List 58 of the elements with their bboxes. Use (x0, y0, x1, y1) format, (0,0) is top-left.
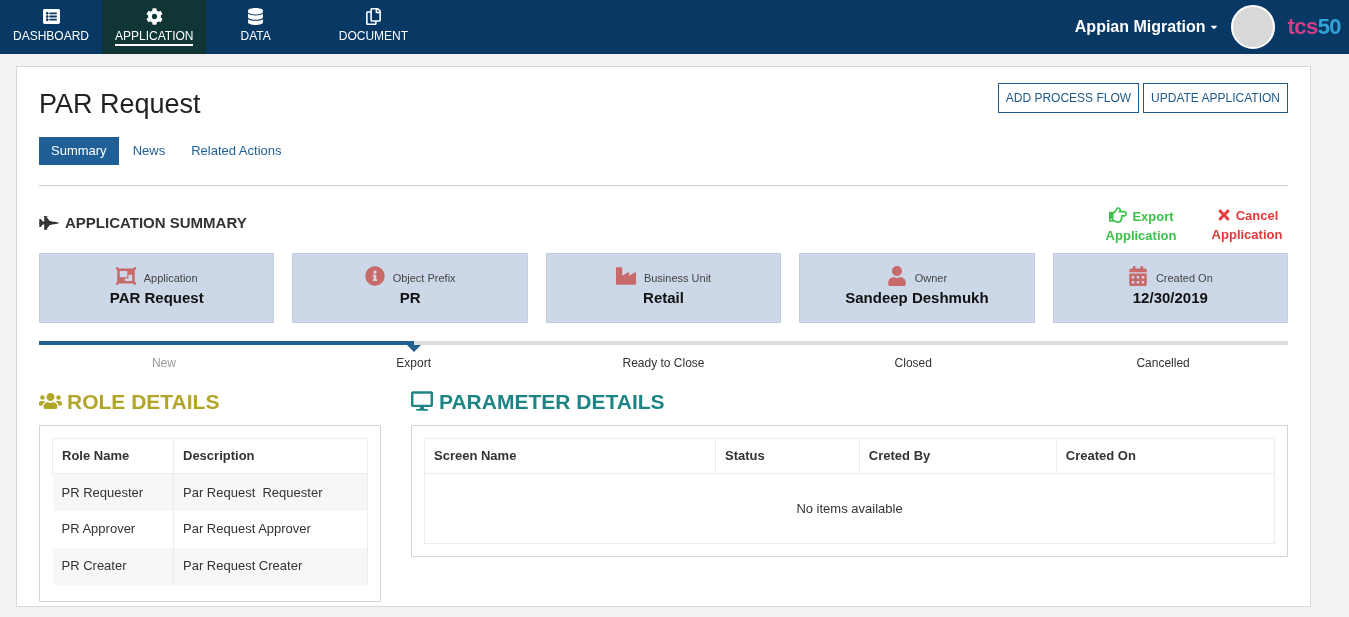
section-heading: PARAMETER DETAILS (439, 388, 665, 415)
page-tab[interactable]: Summary (39, 136, 119, 165)
column-header: Description (173, 438, 368, 474)
factory-icon (615, 266, 636, 287)
table-cell: PR Approver (52, 510, 174, 548)
card-value: 12/30/2019 (1132, 287, 1208, 308)
column-header: Creted By (859, 438, 1057, 474)
avatar (1231, 5, 1276, 49)
monitor-icon (411, 391, 433, 412)
section-heading: ROLE DETAILS (67, 388, 220, 415)
card-label: Business Unit (643, 271, 712, 286)
database-icon (247, 8, 265, 25)
card-value: Retail (643, 287, 684, 308)
page-tab[interactable]: Related Actions (179, 136, 294, 165)
progress-step: Closed (894, 353, 932, 372)
table-cell: PR Creater (52, 547, 174, 585)
calendar-icon (1127, 266, 1148, 287)
table-cell: Par Request Approver (173, 510, 368, 548)
column-header: Role Name (52, 438, 174, 474)
card-value: PAR Request (109, 287, 204, 308)
pointing-hand-icon (1108, 205, 1129, 224)
nav-tab[interactable]: APPLICATION (102, 0, 207, 54)
progress-step: Ready to Close (622, 353, 705, 372)
page-tab[interactable]: News (120, 136, 178, 165)
user-icon (886, 266, 907, 287)
empty-message: No items available (796, 500, 903, 516)
documents-icon (364, 8, 382, 25)
page-title: PAR Request (39, 88, 201, 121)
progress-step: Export (396, 353, 432, 372)
progress-step: Cancelled (1136, 353, 1190, 372)
section-heading: APPLICATION SUMMARY (65, 212, 247, 233)
summary-action-link[interactable]: Cancel Application (1208, 205, 1286, 245)
card-value: Sandeep Deshmukh (845, 287, 989, 308)
logo: tcs50 (1287, 16, 1341, 38)
table-cell: Par Request Requester (173, 473, 368, 511)
progress-step: New (151, 353, 176, 372)
info-icon (364, 266, 385, 287)
column-header: Status (715, 438, 860, 474)
table-cell: PR Requester (52, 473, 174, 511)
object-group-icon (115, 266, 136, 287)
nav-tab[interactable]: DASHBOARD (0, 0, 102, 54)
jet-icon (39, 214, 59, 231)
table-cell: Par Request Creater (173, 547, 368, 585)
gear-icon (145, 8, 163, 25)
card-value: PR (399, 287, 421, 308)
card-label: Created On (1155, 271, 1213, 286)
column-header: Screen Name (424, 438, 716, 474)
list-icon (42, 8, 60, 25)
user-menu[interactable]: Appian Migration (1074, 15, 1220, 39)
card-label: Object Prefix (392, 271, 456, 286)
card-label: Owner (914, 271, 948, 286)
users-icon (39, 391, 62, 412)
nav-tab[interactable]: DATA (206, 0, 305, 54)
action-button[interactable]: UPDATE APPLICATION (1143, 83, 1288, 113)
nav-tab[interactable]: DOCUMENT (304, 0, 443, 54)
action-button[interactable]: ADD PROCESS FLOW (997, 83, 1140, 113)
column-header: Created On (1056, 438, 1275, 474)
card-label: Application (143, 271, 198, 286)
